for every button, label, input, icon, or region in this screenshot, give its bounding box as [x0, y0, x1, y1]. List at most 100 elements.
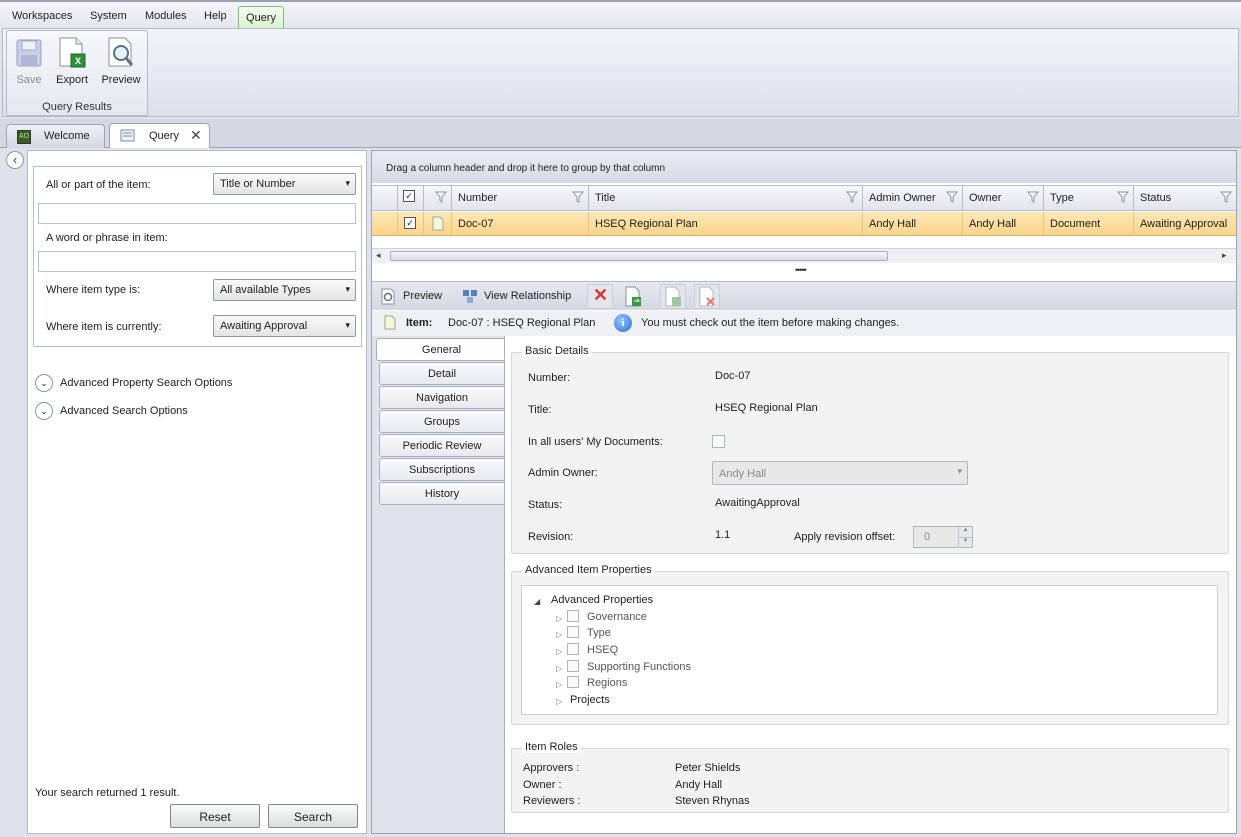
stepper-down-icon[interactable]: ▼ [958, 537, 972, 547]
filter-icon[interactable] [946, 191, 958, 203]
tree-checkbox[interactable] [567, 626, 579, 638]
tree-item-projects[interactable]: Projects [570, 694, 610, 706]
column-header-type[interactable]: Type [1044, 186, 1134, 211]
check-out-button[interactable] [624, 286, 646, 308]
cell-title[interactable]: HSEQ Regional Plan [589, 212, 863, 235]
tab-detail[interactable]: Detail [379, 362, 505, 385]
tree-collapsed-icon[interactable]: ▷ [556, 697, 562, 706]
tree-collapsed-icon[interactable]: ▷ [556, 664, 562, 673]
table-row[interactable]: ✓ Doc-07 HSEQ Regional Plan Andy Hall An… [372, 212, 1236, 236]
view-relationship-button[interactable]: View Relationship [462, 287, 574, 307]
tree-checkbox[interactable] [567, 643, 579, 655]
row-checkbox[interactable]: ✓ [404, 217, 416, 229]
column-header-title[interactable]: Title [589, 186, 863, 211]
save-button[interactable]: Save [9, 35, 49, 87]
search-button[interactable]: Search [268, 804, 358, 828]
expand-advanced-property-button[interactable]: ⌄ [35, 374, 53, 392]
tab-groups[interactable]: Groups [379, 410, 505, 433]
undo-check-out-button[interactable] [694, 284, 720, 309]
scroll-right-icon[interactable]: ▸ [1222, 250, 1227, 261]
scroll-thumb[interactable] [390, 251, 888, 261]
tree-collapsed-icon[interactable]: ▷ [556, 647, 562, 656]
cell-number[interactable]: Doc-07 [452, 212, 589, 235]
expand-advanced-search-button[interactable]: ⌄ [35, 402, 53, 420]
tree-collapsed-icon[interactable]: ▷ [556, 614, 562, 623]
stepper-up-icon[interactable]: ▲ [958, 527, 972, 537]
menu-workspaces[interactable]: Workspaces [7, 8, 77, 24]
check-in-button[interactable] [660, 284, 686, 309]
type-select[interactable]: All available Types [213, 279, 356, 301]
tab-general[interactable]: General [376, 338, 506, 361]
menu-modules[interactable]: Modules [140, 8, 192, 24]
row-select-cell[interactable]: ✓ [398, 212, 424, 235]
tab-welcome[interactable]: AO Welcome [6, 124, 105, 148]
tree-item-supporting-functions[interactable]: Supporting Functions [587, 661, 691, 673]
close-icon[interactable]: ✕ [190, 127, 202, 144]
menu-query[interactable]: Query [238, 6, 284, 30]
tree-checkbox[interactable] [567, 676, 579, 688]
item-search-input[interactable] [38, 203, 356, 224]
item-roles-legend: Item Roles [522, 741, 581, 753]
tree-item-type[interactable]: Type [587, 627, 611, 639]
filter-icon[interactable] [1117, 191, 1129, 203]
tab-navigation[interactable]: Navigation [379, 386, 505, 409]
delete-button[interactable]: ✕ [587, 284, 613, 309]
status-label-detail: Status: [528, 499, 563, 511]
tree-item-hseq[interactable]: HSEQ [587, 644, 618, 656]
tab-subscriptions[interactable]: Subscriptions [379, 458, 505, 481]
advanced-search-label[interactable]: Advanced Search Options [60, 405, 188, 417]
tree-item-regions[interactable]: Regions [587, 677, 627, 689]
menu-help[interactable]: Help [199, 8, 232, 24]
number-label: Number: [528, 372, 571, 384]
revision-offset-stepper[interactable]: 0 ▲ ▼ [913, 526, 973, 548]
cell-status[interactable]: Awaiting Approval [1134, 212, 1236, 235]
filter-icon[interactable] [1027, 191, 1039, 203]
cell-admin-owner[interactable]: Andy Hall [863, 212, 963, 235]
reset-button[interactable]: Reset [170, 804, 260, 828]
item-info-bar: Item: Doc-07 : HSEQ Regional Plan i You … [372, 311, 1236, 336]
group-by-bar[interactable]: Drag a column header and drop it here to… [372, 151, 1236, 183]
cell-owner[interactable]: Andy Hall [963, 212, 1044, 235]
export-button[interactable]: X Export [52, 35, 92, 87]
tree-checkbox[interactable] [567, 660, 579, 672]
splitter-grip[interactable]: ••••• [795, 265, 807, 275]
filter-icon[interactable] [1220, 191, 1232, 203]
filter-icon[interactable] [572, 191, 584, 203]
column-header-owner[interactable]: Owner [963, 186, 1044, 211]
preview-button[interactable]: Preview [99, 35, 143, 87]
collapse-panel-button[interactable]: ‹ [6, 151, 24, 169]
column-header-admin-owner[interactable]: Admin Owner [863, 186, 963, 211]
admin-owner-select[interactable]: Andy Hall [712, 461, 968, 485]
icon-column-header[interactable] [424, 186, 452, 211]
tab-history[interactable]: History [379, 482, 505, 505]
column-header-number[interactable]: Number [452, 186, 589, 211]
menu-system[interactable]: System [85, 8, 132, 24]
tab-query[interactable]: Query ✕ [109, 123, 210, 148]
tree-expanded-icon[interactable]: ◢ [534, 597, 540, 606]
grid-horizontal-scrollbar[interactable]: ◂ ▸ [372, 248, 1236, 263]
status-select[interactable]: Awaiting Approval [213, 315, 356, 337]
tree-checkbox[interactable] [567, 610, 579, 622]
select-all-header[interactable]: ✓ [398, 186, 424, 211]
cell-type[interactable]: Document [1044, 212, 1134, 235]
tree-item-governance[interactable]: Governance [587, 611, 647, 623]
delete-x-icon: ✕ [593, 285, 609, 305]
item-search-mode-select[interactable]: Title or Number [213, 173, 356, 195]
detail-preview-button[interactable]: Preview [380, 287, 446, 307]
tree-root[interactable]: Advanced Properties [551, 594, 653, 606]
select-all-checkbox[interactable]: ✓ [403, 190, 415, 202]
phrase-search-input[interactable] [38, 251, 356, 272]
row-indicator-header [372, 186, 398, 211]
row-indicator [372, 212, 398, 235]
filter-icon[interactable] [435, 191, 447, 203]
tree-collapsed-icon[interactable]: ▷ [556, 680, 562, 689]
my-documents-label: In all users' My Documents: [528, 436, 663, 448]
scroll-left-icon[interactable]: ◂ [376, 250, 381, 261]
basic-details-group: Basic Details [511, 345, 1229, 554]
advanced-property-search-label[interactable]: Advanced Property Search Options [60, 377, 232, 389]
my-documents-checkbox[interactable] [712, 435, 725, 448]
tab-periodic-review[interactable]: Periodic Review [379, 434, 505, 457]
column-header-status[interactable]: Status [1134, 186, 1236, 211]
filter-icon[interactable] [846, 191, 858, 203]
tree-collapsed-icon[interactable]: ▷ [556, 630, 562, 639]
